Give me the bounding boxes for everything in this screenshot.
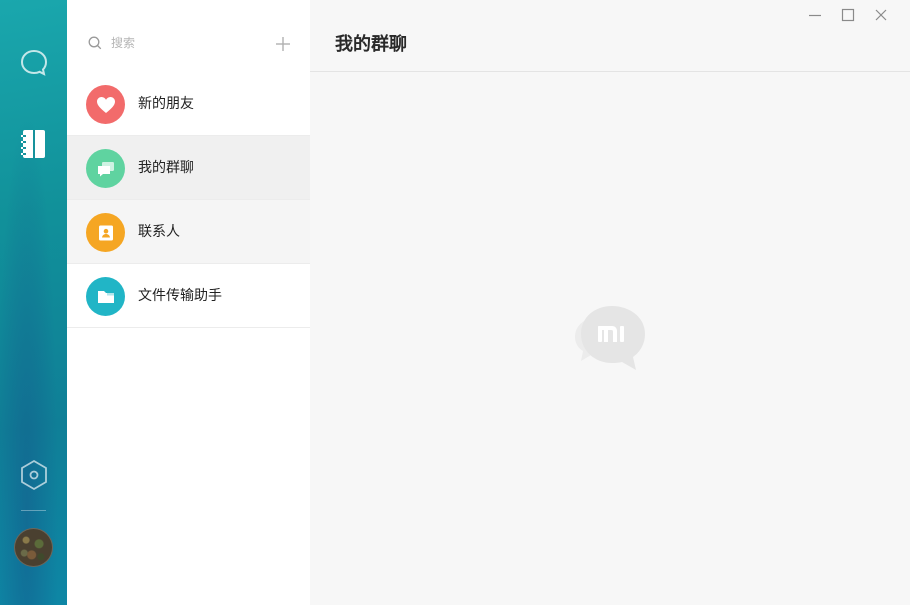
add-button[interactable] — [274, 35, 292, 53]
list-item-label: 我的群聊 — [138, 160, 194, 176]
list-item-label: 联系人 — [138, 224, 180, 240]
minimize-button[interactable] — [808, 8, 822, 22]
user-avatar[interactable] — [14, 528, 53, 567]
nav-chat-button[interactable] — [0, 48, 67, 78]
search-icon — [88, 36, 102, 50]
search-input[interactable] — [111, 33, 261, 53]
main-area: 我的群聊 — [310, 0, 910, 605]
nav-contacts-button[interactable] — [0, 128, 67, 160]
chat-bubble-icon — [20, 49, 47, 76]
minimize-icon — [809, 14, 821, 17]
contacts-panel: 新的朋友 我的群聊 联系人 — [67, 0, 310, 605]
close-button[interactable] — [874, 8, 888, 22]
folder-icon — [86, 277, 125, 316]
list-item-contacts[interactable]: 联系人 — [67, 200, 310, 264]
navigation-rail — [0, 0, 67, 605]
page-title: 我的群聊 — [335, 34, 407, 55]
search-bar — [67, 0, 310, 72]
nav-settings-button[interactable] — [0, 459, 67, 491]
contacts-list: 新的朋友 我的群聊 联系人 文件传输助手 — [67, 72, 310, 328]
list-item-new-friends[interactable]: 新的朋友 — [67, 72, 310, 136]
close-icon — [875, 9, 887, 21]
contact-card-icon — [86, 213, 125, 252]
heart-icon — [86, 85, 125, 124]
rail-divider — [21, 510, 46, 511]
list-item-label: 新的朋友 — [138, 96, 194, 112]
maximize-button[interactable] — [841, 8, 855, 22]
maximize-icon — [841, 8, 855, 22]
plus-icon — [276, 37, 290, 51]
list-item-label: 文件传输助手 — [138, 288, 222, 304]
mi-chat-logo-icon — [572, 304, 648, 376]
hexagon-settings-icon — [20, 459, 47, 491]
list-item-my-groups[interactable]: 我的群聊 — [67, 136, 310, 200]
window-controls — [808, 8, 888, 22]
list-item-file-transfer[interactable]: 文件传输助手 — [67, 264, 310, 328]
contacts-book-icon — [20, 130, 45, 158]
group-chat-icon — [86, 149, 125, 188]
